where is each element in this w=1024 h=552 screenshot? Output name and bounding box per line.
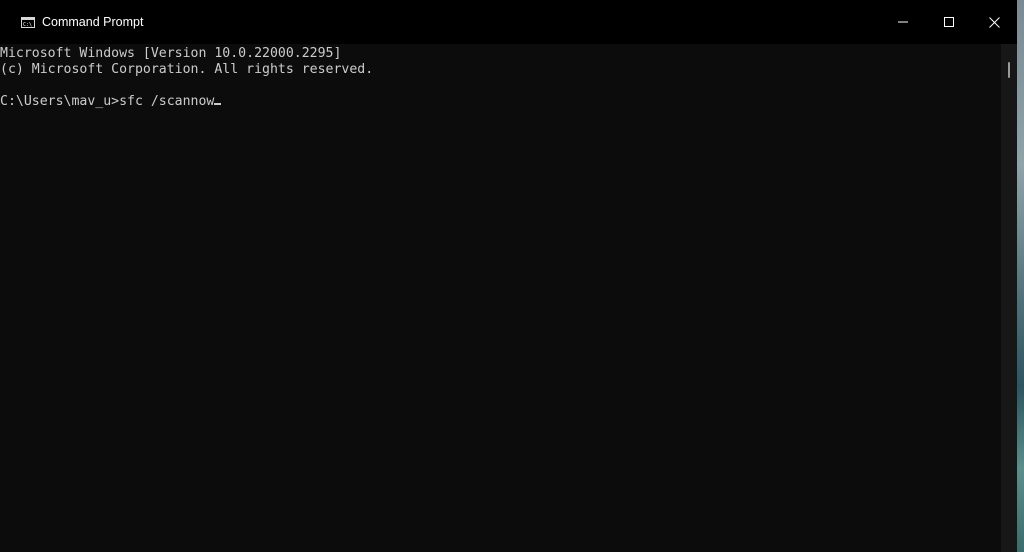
maximize-icon xyxy=(944,17,954,27)
cmd-icon: C:\ xyxy=(21,15,35,28)
command-prompt-window: C:\ Command Prompt Microsoft Windows [Ve… xyxy=(0,0,1017,552)
command-input[interactable]: sfc /scannow xyxy=(119,94,214,109)
screen: C:\ Command Prompt Microsoft Windows [Ve… xyxy=(0,0,1024,552)
console-line: (c) Microsoft Corporation. All rights re… xyxy=(0,62,374,77)
close-button[interactable] xyxy=(971,0,1017,44)
maximize-button[interactable] xyxy=(926,0,972,44)
console-output[interactable]: Microsoft Windows [Version 10.0.22000.22… xyxy=(0,44,1001,552)
desktop-background xyxy=(1017,0,1024,552)
vertical-scrollbar[interactable] xyxy=(1001,44,1017,552)
scrollbar-thumb[interactable] xyxy=(1008,62,1010,78)
svg-text:C:\: C:\ xyxy=(23,22,32,28)
prompt-path: C:\Users\mav_u> xyxy=(0,94,120,109)
minimize-icon xyxy=(898,17,908,27)
command-line[interactable]: C:\Users\mav_u>sfc /scannow xyxy=(0,94,222,110)
title-bar[interactable]: C:\ Command Prompt xyxy=(0,0,1017,44)
text-cursor xyxy=(214,103,222,105)
minimize-button[interactable] xyxy=(880,0,926,44)
window-title: Command Prompt xyxy=(42,15,144,29)
close-icon xyxy=(988,16,1000,28)
console-line: Microsoft Windows [Version 10.0.22000.22… xyxy=(0,46,342,61)
